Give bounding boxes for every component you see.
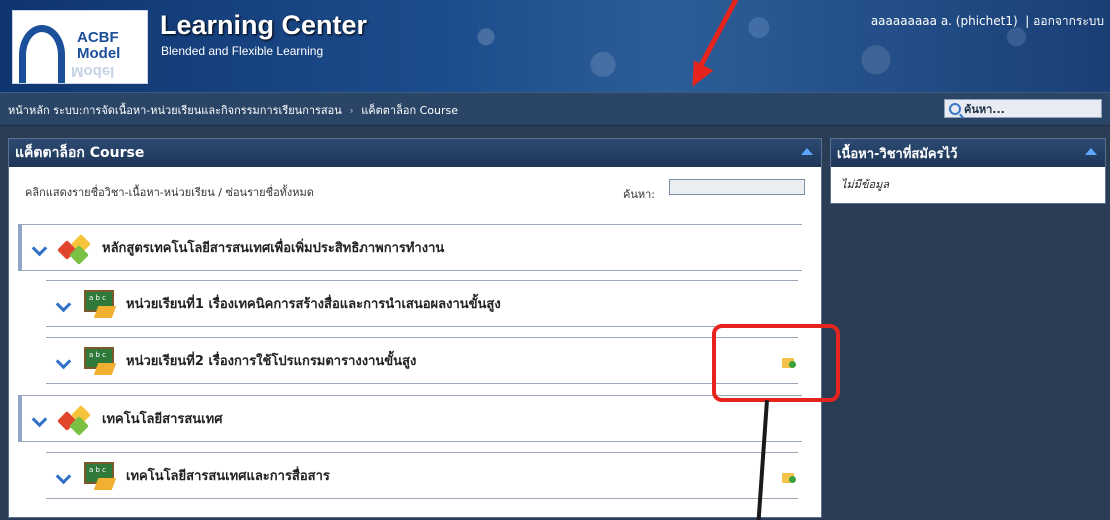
unit-row[interactable]: a b c หน่วยเรียนที่1 เรื่องเทคนิคการสร้า… [46, 280, 798, 327]
course-row[interactable]: หลักสูตรเทคโนโลยีสารสนเทศเพื่อเพิ่มประสิ… [18, 224, 802, 271]
breadcrumb-current: แค็ตตาล็อก Course [361, 104, 459, 117]
course-cubes-icon [57, 233, 94, 265]
unit-row[interactable]: a b c หน่วยเรียนที่2 เรื่องการใช้โปรแกรม… [46, 337, 798, 384]
course-cubes-icon [57, 404, 94, 436]
catalog-search-input[interactable] [669, 179, 805, 195]
enrolled-empty-text: ไม่มีข้อมูล [841, 178, 890, 191]
unit-row[interactable]: a b c เทคโนโลยีสารสนเทศและการสื่อสาร [46, 452, 798, 499]
catalog-search-label: ค้นหา: [623, 188, 656, 201]
course-row[interactable]: เทคโนโลยีสารสนเทศ [18, 395, 802, 442]
site-header: ACBF Model Model Learning Center Blended… [0, 0, 1110, 92]
course-title[interactable]: เทคโนโลยีสารสนเทศ [102, 408, 222, 429]
logo-text-1: ACBF [77, 29, 119, 46]
unit-title[interactable]: หน่วยเรียนที่1 เรื่องเทคนิคการสร้างสื่อแ… [126, 293, 501, 314]
chevron-down-icon[interactable] [34, 412, 48, 426]
unit-chalkboard-icon: a b c [82, 460, 118, 492]
logo-text-2: Model [77, 45, 121, 62]
top-search-label: ค้นหา... [964, 102, 1005, 116]
add-folder-icon[interactable] [782, 471, 796, 483]
site-title: Learning Center [160, 10, 368, 40]
user-bar-separator: | [1021, 14, 1034, 28]
logout-link[interactable]: ออกจากระบบ [1033, 14, 1104, 28]
unit-title[interactable]: หน่วยเรียนที่2 เรื่องการใช้โปรแกรมตารางง… [126, 350, 416, 371]
chevron-down-icon[interactable] [58, 297, 72, 311]
chevron-down-icon[interactable] [58, 354, 72, 368]
search-icon [949, 102, 961, 115]
user-bar: aaaaaaaaa a. (phichet1) | ออกจากระบบ [871, 12, 1104, 31]
chevron-down-icon[interactable] [34, 241, 48, 255]
site-subtitle: Blended and Flexible Learning [161, 44, 324, 58]
logo-text-reflection: Model [71, 63, 115, 80]
enrolled-courses-panel: เนื้อหา-วิชาที่สมัครไว้ ไม่มีข้อมูล [830, 138, 1106, 204]
collapse-chevron-up-icon[interactable] [1085, 148, 1097, 155]
chevron-down-icon[interactable] [58, 469, 72, 483]
catalog-toolbar: คลิกแสดงรายชื่อวิชา-เนื้อหา-หน่วยเรียน /… [9, 167, 821, 207]
breadcrumb-system[interactable]: ระบบ:การจัดเนื้อหา-หน่วยเรียนและกิจกรรมก… [53, 104, 342, 117]
breadcrumb-separator: › [349, 104, 354, 117]
course-title[interactable]: หลักสูตรเทคโนโลยีสารสนเทศเพื่อเพิ่มประสิ… [102, 237, 444, 258]
toggle-list-link[interactable]: คลิกแสดงรายชื่อวิชา-เนื้อหา-หน่วยเรียน /… [25, 183, 314, 201]
enrolled-panel-title: เนื้อหา-วิชาที่สมัครไว้ [837, 146, 958, 162]
unit-chalkboard-icon: a b c [82, 288, 118, 320]
acbf-logo[interactable]: ACBF Model Model [12, 10, 148, 84]
user-name-link[interactable]: aaaaaaaaa a. (phichet1) [871, 14, 1018, 28]
catalog-panel-title: แค็ตตาล็อก Course [15, 145, 145, 161]
unit-title[interactable]: เทคโนโลยีสารสนเทศและการสื่อสาร [126, 465, 330, 486]
logo-arc-icon [19, 25, 65, 83]
collapse-chevron-up-icon[interactable] [801, 148, 813, 155]
top-search-box[interactable]: ค้นหา... [944, 99, 1102, 118]
breadcrumb: หน้าหลัก ระบบ:การจัดเนื้อหา-หน่วยเรียนแล… [8, 101, 458, 119]
navigation-bar: หน้าหลัก ระบบ:การจัดเนื้อหา-หน่วยเรียนแล… [0, 92, 1110, 126]
annotation-highlight-box [712, 324, 840, 402]
breadcrumb-home[interactable]: หน้าหลัก [8, 104, 50, 117]
catalog-panel-header: แค็ตตาล็อก Course [9, 139, 821, 167]
unit-chalkboard-icon: a b c [82, 345, 118, 377]
enrolled-panel-header: เนื้อหา-วิชาที่สมัครไว้ [831, 139, 1105, 167]
